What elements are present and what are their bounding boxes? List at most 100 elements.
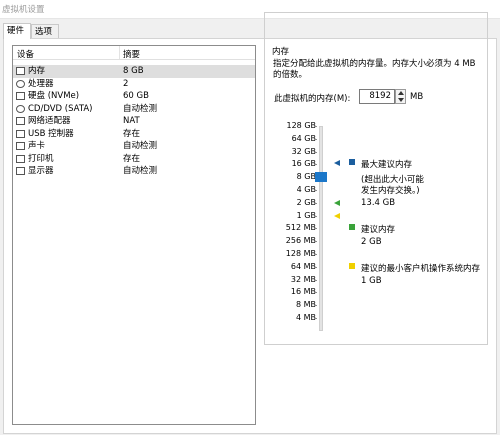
display-icon — [16, 167, 25, 175]
device-name: CD/DVD (SATA) — [28, 103, 93, 114]
device-row-printer[interactable]: 打印机 存在 — [13, 153, 255, 166]
legend-recommended-value: 2 GB — [361, 237, 382, 247]
device-summary: 8 GB — [123, 66, 144, 76]
scale-label: 256 MB — [285, 236, 316, 246]
scale-label: 1 GB — [296, 210, 316, 220]
memory-group-title: 内存 — [270, 45, 292, 57]
legend-max-note: 发生内存交换。) — [361, 186, 420, 196]
scale-tick — [314, 241, 317, 243]
scale-label: 2 GB — [296, 197, 316, 207]
scale-label: 64 GB — [291, 133, 316, 143]
sound-card-icon — [16, 142, 25, 150]
scale-tick — [314, 305, 317, 307]
device-name: 硬盘 (NVMe) — [28, 91, 80, 101]
legend-recommended-swatch — [349, 224, 355, 230]
device-row-network-adapter[interactable]: 网络适配器 NAT — [13, 115, 255, 128]
scale-label: 512 MB — [285, 223, 316, 233]
scale-tick — [314, 138, 317, 140]
device-summary: 60 GB — [123, 91, 149, 101]
device-list[interactable]: 设备 摘要 内存 8 GB 处理器 2 硬盘 (NVMe) 60 GB CD/D… — [12, 45, 256, 425]
device-summary: 自动检测 — [123, 103, 158, 114]
scale-tick — [314, 279, 317, 281]
max-memory-marker — [334, 160, 340, 167]
printer-icon — [16, 154, 25, 163]
device-row-processor[interactable]: 处理器 2 — [13, 78, 255, 91]
min-memory-marker — [334, 212, 340, 219]
device-name: 处理器 — [28, 78, 54, 89]
memory-slider-track[interactable] — [319, 126, 323, 331]
memory-unit: MB — [410, 92, 424, 102]
summary-column-header[interactable]: 摘要 — [123, 48, 140, 60]
usb-controller-icon — [16, 129, 25, 138]
device-row-usb-controller[interactable]: USB 控制器 存在 — [13, 128, 255, 141]
device-row-sound-card[interactable]: 声卡 自动检测 — [13, 140, 255, 153]
spin-up-icon[interactable] — [398, 91, 404, 95]
device-summary: 自动检测 — [123, 166, 158, 176]
device-name: USB 控制器 — [28, 128, 74, 139]
memory-slider-thumb[interactable] — [315, 172, 327, 183]
device-name: 内存 — [28, 66, 46, 76]
scale-label: 8 MB — [295, 300, 316, 310]
recommended-memory-marker — [334, 199, 340, 206]
hard-disk-icon — [16, 92, 25, 100]
legend-min-value: 1 GB — [361, 276, 382, 286]
memory-description-line: 的倍数。 — [273, 70, 308, 80]
cd-dvd-icon — [16, 104, 25, 113]
scale-tick — [314, 266, 317, 268]
scale-tick — [314, 202, 317, 204]
device-summary: NAT — [123, 116, 140, 126]
device-row-display[interactable]: 显示器 自动检测 — [13, 165, 255, 178]
scale-label: 16 MB — [290, 287, 316, 297]
device-summary: 存在 — [123, 153, 141, 164]
scale-label: 4 MB — [295, 313, 316, 322]
device-name: 显示器 — [28, 166, 54, 176]
scale-tick — [314, 254, 317, 255]
legend-max-value: 13.4 GB — [361, 198, 396, 208]
scale-tick — [314, 151, 317, 153]
memory-spin-buttons[interactable] — [395, 89, 406, 104]
device-column-header[interactable]: 设备 — [17, 48, 34, 60]
device-summary: 自动检测 — [123, 141, 158, 151]
device-row-memory[interactable]: 内存 8 GB — [13, 65, 255, 78]
column-divider[interactable] — [119, 46, 120, 59]
device-name: 打印机 — [28, 153, 54, 164]
device-name: 网络适配器 — [28, 116, 71, 126]
tab-hardware[interactable]: 硬件 — [3, 23, 31, 39]
scale-tick — [314, 318, 317, 319]
scale-label: 128 MB — [285, 249, 316, 258]
scale-label: 16 GB — [291, 159, 316, 169]
memory-description-line: 指定分配给此虚拟机的内存量。内存大小必须为 4 MB — [273, 59, 476, 69]
device-row-hard-disk[interactable]: 硬盘 (NVMe) 60 GB — [13, 90, 255, 103]
scale-label: 8 GB — [296, 172, 316, 182]
scale-tick — [314, 164, 317, 166]
device-list-header: 设备 摘要 — [13, 46, 255, 60]
device-summary: 2 — [123, 78, 129, 89]
spin-down-icon[interactable] — [398, 98, 404, 102]
device-name: 声卡 — [28, 141, 46, 151]
memory-field-label: 此虚拟机的内存(M): — [274, 94, 351, 104]
scale-label: 32 MB — [290, 274, 316, 284]
scale-label: 32 GB — [291, 146, 316, 156]
network-adapter-icon — [16, 117, 25, 125]
scale-tick — [314, 228, 317, 230]
memory-size-input[interactable]: 8192 — [359, 89, 395, 104]
legend-max-swatch — [349, 159, 355, 165]
tab-options[interactable]: 选项 — [31, 24, 59, 39]
legend-recommended-label: 建议内存 — [361, 225, 396, 235]
legend-min-label: 建议的最小客户机操作系统内存 — [361, 264, 481, 274]
memory-icon — [16, 67, 25, 75]
processor-icon — [16, 79, 25, 88]
window-title: 虚拟机设置 — [2, 5, 45, 15]
device-row-cd-dvd[interactable]: CD/DVD (SATA) 自动检测 — [13, 103, 255, 116]
scale-tick — [314, 190, 317, 191]
scale-tick — [314, 292, 317, 294]
scale-label: 128 GB — [286, 121, 317, 130]
legend-max-label: 最大建议内存 — [361, 160, 413, 170]
scale-label: 64 MB — [290, 261, 316, 271]
scale-tick — [314, 215, 317, 217]
legend-min-swatch — [349, 263, 355, 269]
scale-tick — [314, 126, 317, 127]
memory-description: 指定分配给此虚拟机的内存量。内存大小必须为 4 MB 的倍数。 — [273, 59, 483, 81]
scale-label: 4 GB — [296, 185, 316, 194]
device-summary: 存在 — [123, 128, 141, 139]
